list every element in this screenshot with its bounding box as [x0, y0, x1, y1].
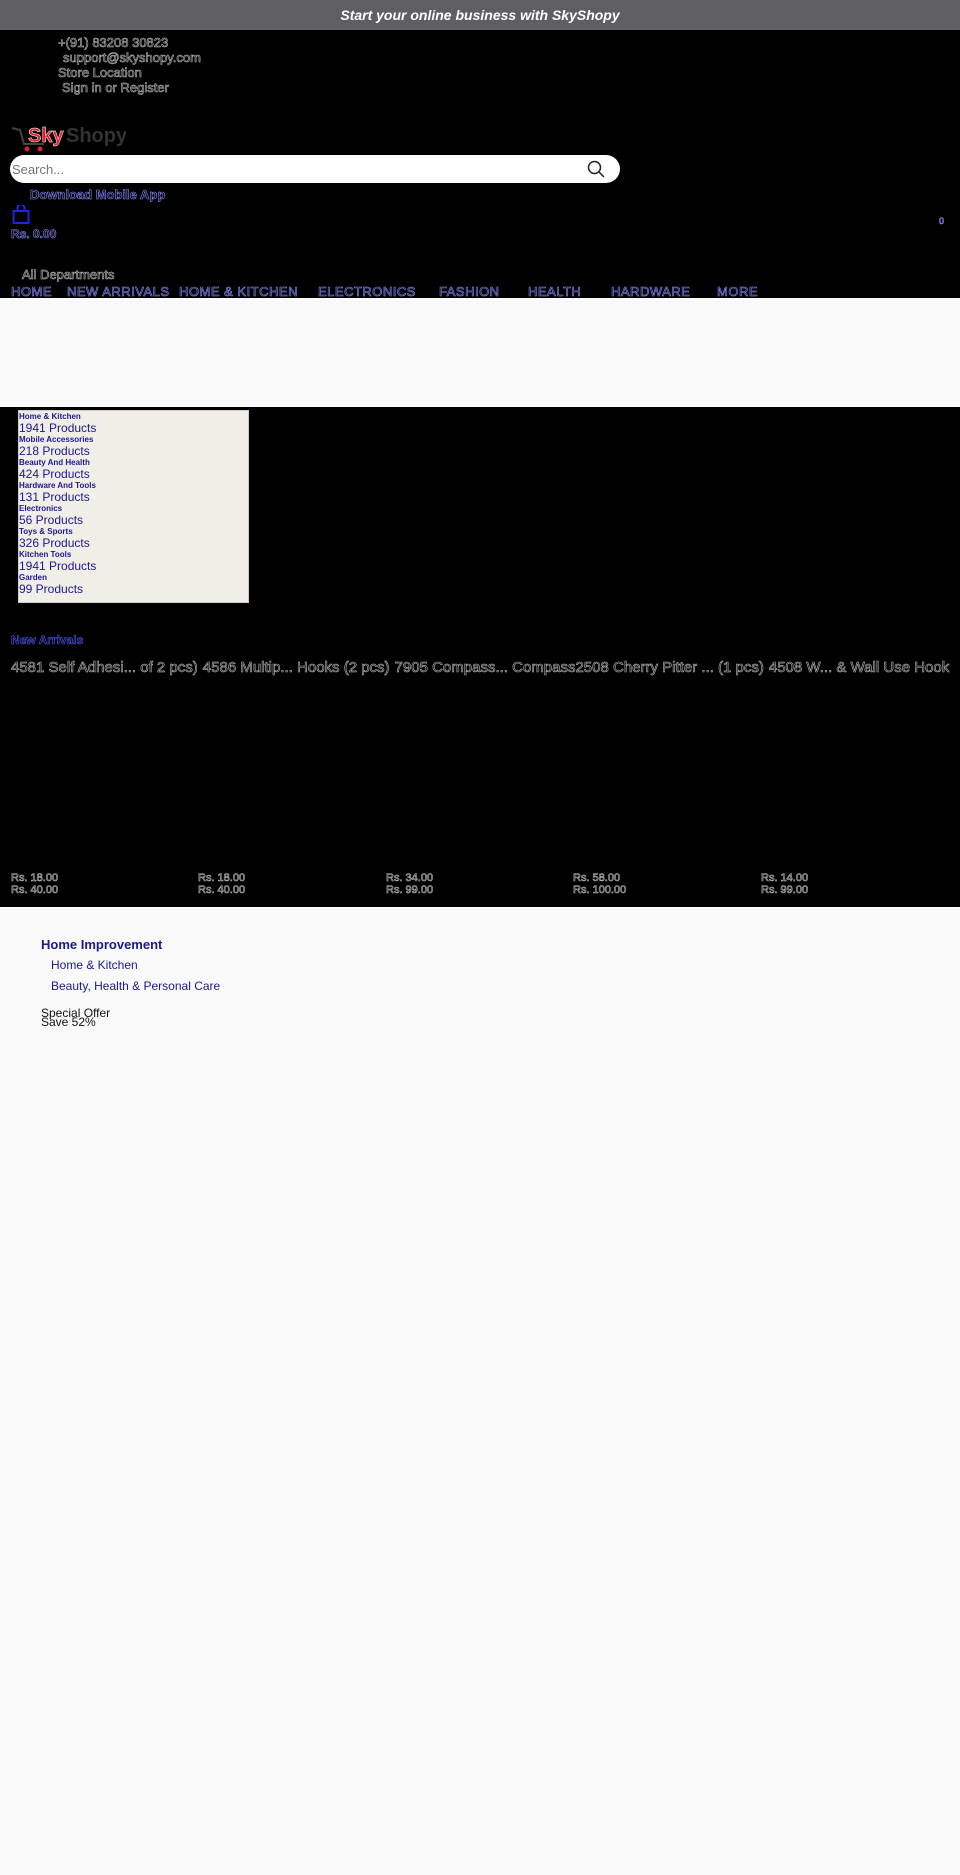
- category-count: 1941 Products: [19, 421, 97, 435]
- product-old-price: Rs. 40.00: [198, 884, 246, 897]
- category-name: Mobile Accessories: [19, 435, 94, 444]
- category-item[interactable]: Garden 99 Products: [19, 573, 248, 596]
- category-item[interactable]: Beauty And Health 424 Products: [19, 458, 248, 481]
- product-old-price: Rs. 100.00: [573, 884, 627, 897]
- footer-links: Home Improvement Home & Kitchen Beauty, …: [41, 937, 220, 1000]
- shopping-bag-icon[interactable]: [12, 203, 30, 229]
- cart-count: 0: [939, 216, 945, 227]
- product-price: Rs. 14.00: [761, 872, 809, 885]
- nav-more[interactable]: MORE: [717, 284, 758, 300]
- category-item[interactable]: Kitchen Tools 1941 Products: [19, 550, 248, 573]
- svg-text:Shopy: Shopy: [66, 125, 126, 147]
- category-count: 326 Products: [19, 536, 90, 550]
- category-item[interactable]: Electronics 56 Products: [19, 504, 248, 527]
- category-name: Garden: [19, 573, 48, 582]
- new-arrivals-heading: New Arrivals: [11, 633, 84, 648]
- store-location-link[interactable]: Store Location: [58, 65, 142, 81]
- category-name: Electronics: [19, 504, 63, 513]
- category-count: 1941 Products: [19, 559, 97, 573]
- footer-link-home-kitchen[interactable]: Home & Kitchen: [51, 958, 220, 979]
- nav-health[interactable]: HEALTH: [528, 284, 581, 300]
- category-count: 99 Products: [19, 582, 84, 596]
- product-title[interactable]: 4581 Self Adhesi... of 2 pcs): [11, 659, 198, 677]
- category-count: 424 Products: [19, 467, 90, 481]
- category-item[interactable]: Hardware And Tools 131 Products: [19, 481, 248, 504]
- product-title[interactable]: 2508 Cherry Pitter ... (1 pcs): [575, 659, 764, 677]
- footer-heading: Home Improvement: [41, 937, 163, 952]
- product-title[interactable]: 4586 Multip... Hooks (2 pcs): [202, 659, 389, 677]
- hero-banner: [0, 298, 960, 407]
- product-price: Rs. 18.00: [11, 872, 59, 885]
- nav-electronics[interactable]: ELECTRONICS: [318, 284, 416, 300]
- category-list: Home & Kitchen 1941 Products Mobile Access…: [18, 410, 249, 603]
- category-count: 218 Products: [19, 444, 90, 458]
- skyshopy-logo[interactable]: Sky Shopy: [10, 120, 128, 154]
- search-input[interactable]: [12, 161, 582, 177]
- special-offer: Special Offer Save 52%: [41, 1007, 110, 1028]
- all-departments-button[interactable]: All Departments: [22, 267, 115, 283]
- search-bar: [10, 155, 620, 183]
- phone-link[interactable]: +(91) 83208 30823: [58, 35, 169, 51]
- product-price: Rs. 58.00: [573, 872, 621, 885]
- product-card[interactable]: Rs. 18.00 Rs. 40.00: [198, 872, 246, 897]
- category-count: 56 Products: [19, 513, 84, 527]
- nav-home-kitchen[interactable]: HOME & KITCHEN: [179, 284, 298, 300]
- download-app-link[interactable]: Download Mobile App: [30, 187, 166, 203]
- category-name: Toys & Sports: [19, 527, 73, 536]
- product-price: Rs. 18.00: [198, 872, 246, 885]
- category-name: Beauty And Health: [19, 458, 90, 467]
- email-link[interactable]: support@skyshopy.com: [63, 50, 202, 66]
- product-card[interactable]: Rs. 34.00 Rs. 99.00: [386, 872, 434, 897]
- nav-new-arrivals[interactable]: NEW ARRIVALS: [67, 284, 170, 300]
- footer-link-beauty[interactable]: Beauty, Health & Personal Care: [51, 979, 220, 1000]
- promo-banner: Start your online business with SkyShopy: [0, 0, 960, 30]
- category-item[interactable]: Toys & Sports 326 Products: [19, 527, 248, 550]
- nav-home[interactable]: HOME: [11, 284, 52, 300]
- product-price: Rs. 34.00: [386, 872, 434, 885]
- product-card[interactable]: Rs. 14.00 Rs. 99.00: [761, 872, 809, 897]
- nav-fashion[interactable]: FASHION: [439, 284, 500, 300]
- product-card[interactable]: Rs. 58.00 Rs. 100.00: [573, 872, 627, 897]
- product-title[interactable]: 7905 Compass... Compass: [394, 659, 576, 677]
- category-item[interactable]: Home & Kitchen 1941 Products: [19, 412, 248, 435]
- promo-text: Start your online business with SkyShopy: [340, 7, 620, 23]
- product-title[interactable]: 4508 W... & Wall Use Hook: [769, 659, 950, 677]
- category-name: Kitchen Tools: [19, 550, 72, 559]
- cart-total[interactable]: Rs. 0.00: [11, 227, 57, 242]
- svg-text:Sky: Sky: [28, 125, 64, 147]
- category-count: 131 Products: [19, 490, 90, 504]
- nav-hardware[interactable]: HARDWARE: [611, 284, 690, 300]
- product-old-price: Rs. 40.00: [11, 884, 59, 897]
- category-name: Home & Kitchen: [19, 412, 81, 421]
- product-old-price: Rs. 99.00: [761, 884, 809, 897]
- product-old-price: Rs. 99.00: [386, 884, 434, 897]
- product-card[interactable]: Rs. 18.00 Rs. 40.00: [11, 872, 59, 897]
- category-item[interactable]: Mobile Accessories 218 Products: [19, 435, 248, 458]
- product-titles: 4581 Self Adhesi... of 2 pcs) 4586 Multi…: [11, 659, 950, 677]
- category-name: Hardware And Tools: [19, 481, 96, 490]
- sign-in-link[interactable]: Sign in or Register: [62, 80, 170, 96]
- search-icon[interactable]: [582, 155, 610, 183]
